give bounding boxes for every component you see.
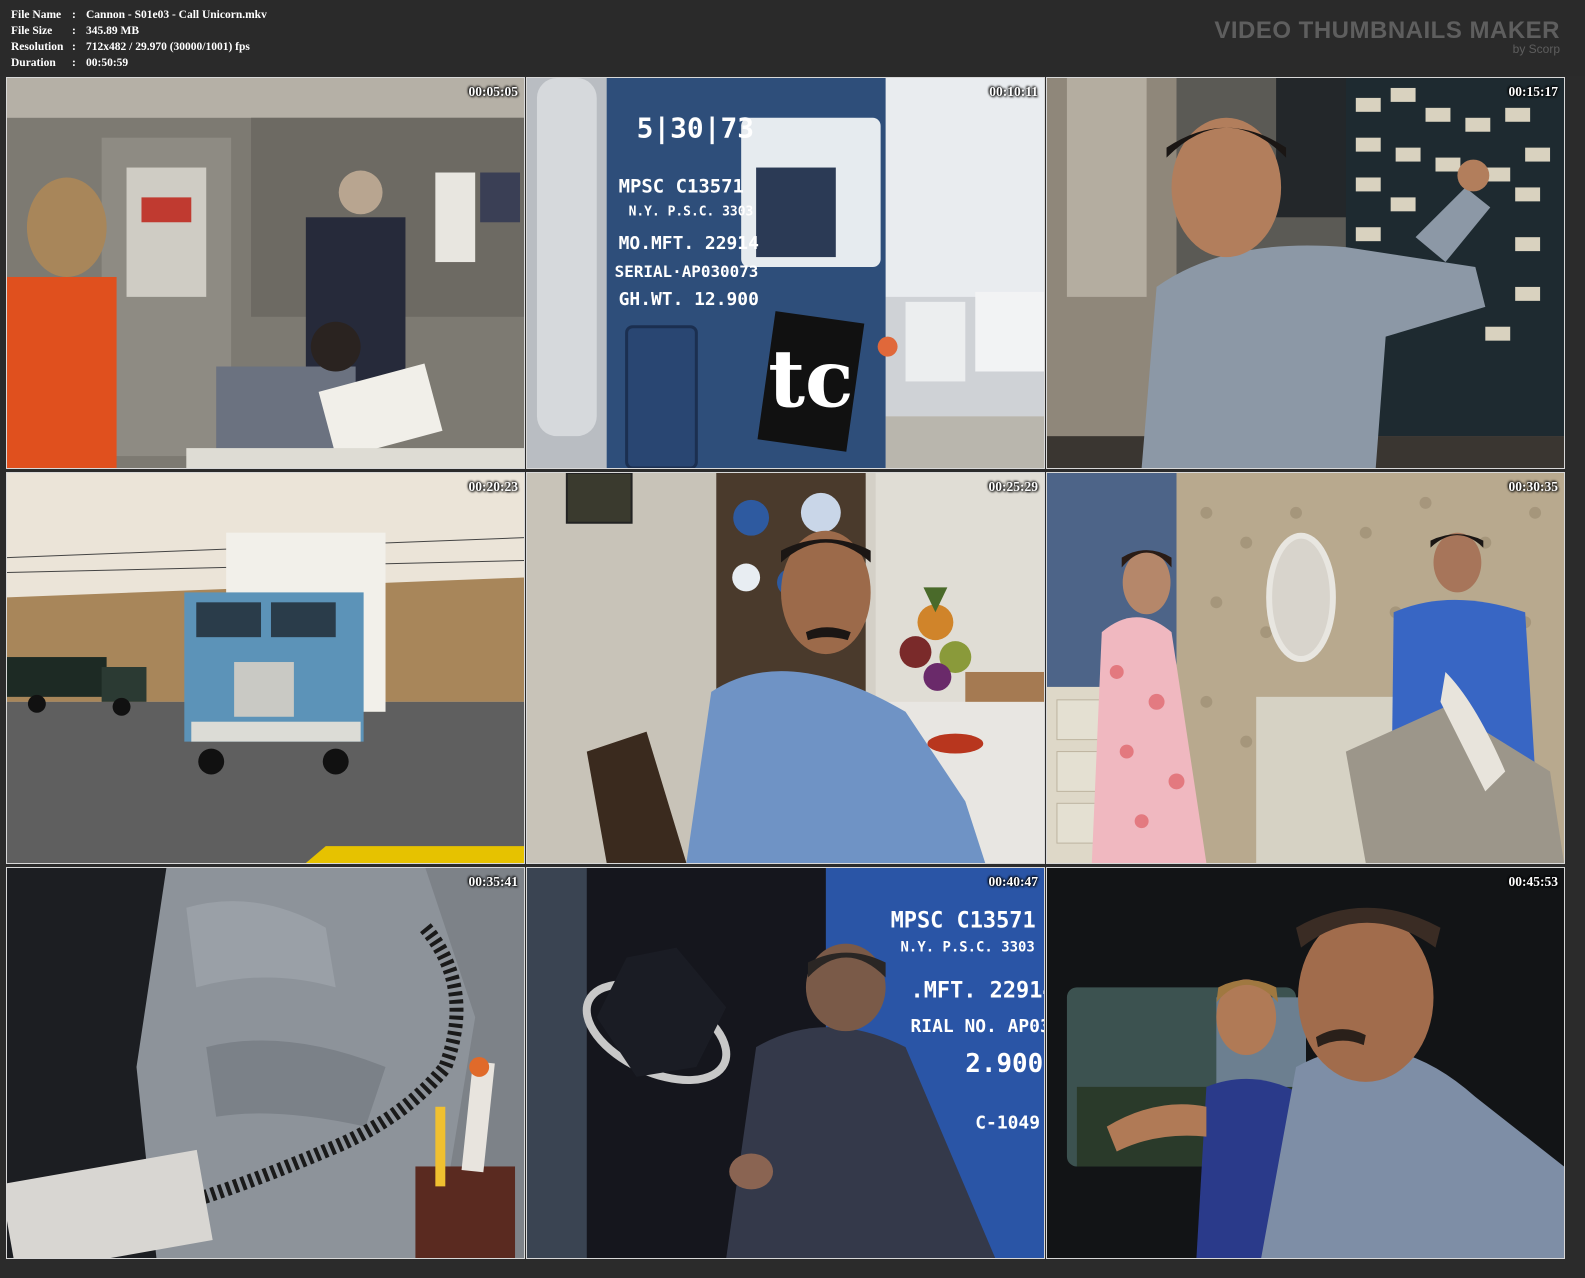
thumbnail-frame-8[interactable]: MPSC C13571 N.Y. P.S.C. 3303 .MFT. 22914… (526, 867, 1045, 1259)
frame-4-image (7, 473, 524, 863)
frame-timestamp: 00:20:23 (468, 479, 519, 494)
truck-text-line-2: N.Y. P.S.C. 3303 (901, 940, 1035, 956)
truck-text-line-1: 5|30|73 (637, 112, 754, 145)
truck-text-line-5: SERIAL·AP030073 (615, 262, 759, 281)
truck-text-line-3: .MFT. 22914 (911, 978, 1044, 1003)
frame-timestamp: 00:45:53 (1508, 874, 1559, 889)
thumbnail-frame-2[interactable]: tc 5|30|73 MPSC C13571 N.Y. P.S.C. 3303 … (526, 77, 1045, 469)
truck-text-line-2: MPSC C13571 (619, 175, 744, 197)
frame-3-image (1047, 78, 1564, 468)
thumbnail-frame-6[interactable]: 00:30:35 (1046, 472, 1565, 864)
frame-timestamp: 00:25:29 (988, 479, 1039, 494)
truck-text-line-6: GH.WT. 12.900 (619, 289, 759, 310)
frame-5-image (527, 473, 1044, 863)
truck-text-line-3: N.Y. P.S.C. 3303 (629, 204, 754, 219)
thumbnail-frame-1[interactable]: 00:05:05 (6, 77, 525, 469)
truck-text-line-6: C-1049 (975, 1113, 1040, 1134)
truck-text-line-1: MPSC C13571 (891, 909, 1036, 934)
thumbnail-frame-9[interactable]: 00:45:53 (1046, 867, 1565, 1259)
frame-8-image: MPSC C13571 N.Y. P.S.C. 3303 .MFT. 22914… (527, 868, 1044, 1258)
thumbnail-frame-3[interactable]: 00:15:17 (1046, 77, 1565, 469)
frame-timestamp: 00:15:17 (1508, 84, 1559, 99)
frame-2-image: tc 5|30|73 MPSC C13571 N.Y. P.S.C. 3303 … (527, 78, 1044, 468)
thumbnail-frame-5[interactable]: 00:25:29 (526, 472, 1045, 864)
thumbnail-frame-4[interactable]: 00:20:23 (6, 472, 525, 864)
frame-7-image (7, 868, 524, 1258)
truck-logo-text: tc (768, 331, 853, 425)
frame-timestamp: 00:40:47 (988, 874, 1039, 889)
frame-1-image (7, 78, 524, 468)
truck-text-line-4: MO.MFT. 22914 (619, 233, 759, 254)
frame-timestamp: 00:10:11 (989, 84, 1038, 99)
thumbnail-frame-7[interactable]: 00:35:41 (6, 867, 525, 1259)
frame-timestamp: 00:05:05 (468, 84, 519, 99)
frame-timestamp: 00:30:35 (1508, 479, 1559, 494)
truck-text-line-4: RIAL NO. AP030 (911, 1016, 1044, 1037)
frame-9-image (1047, 868, 1564, 1258)
truck-text-line-5: 2.900 (965, 1049, 1043, 1079)
frame-6-image (1047, 473, 1564, 863)
frame-timestamp: 00:35:41 (468, 874, 519, 889)
thumbnail-grid: 00:05:05 tc 5|30|73 MPSC C13571 N.Y. P.S… (0, 0, 1585, 1278)
